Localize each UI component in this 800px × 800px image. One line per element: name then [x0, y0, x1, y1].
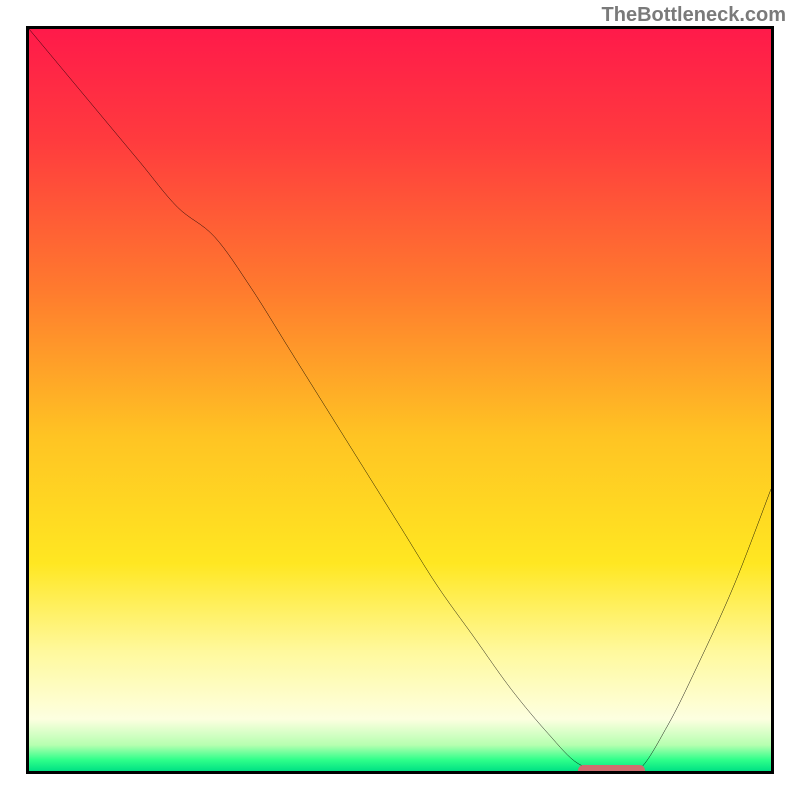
- bottleneck-curve: [29, 29, 771, 771]
- chart-area: [26, 26, 774, 774]
- watermark-text: TheBottleneck.com: [602, 4, 786, 27]
- optimal-range-marker: [578, 765, 645, 774]
